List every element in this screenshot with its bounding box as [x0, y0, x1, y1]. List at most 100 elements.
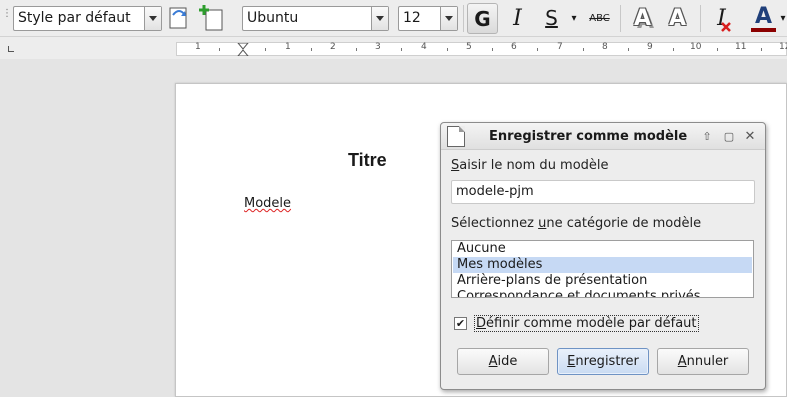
mnemonic: A	[488, 354, 498, 369]
category-listbox[interactable]: Aucune Mes modèles Arrière-plans de prés…	[451, 240, 754, 298]
ruler-tick	[537, 48, 538, 51]
italic-button[interactable]: I	[502, 3, 533, 34]
ruler-tick	[717, 48, 718, 51]
new-style-button[interactable]	[198, 3, 229, 34]
ruler-bar: 1 1 2 3 4 5 6 7 8 9 10 11 12	[0, 37, 787, 59]
new-style-icon	[199, 5, 223, 31]
clear-formatting-button[interactable]: I	[706, 3, 737, 34]
shadow-icon: A	[633, 6, 652, 31]
font-name-value: Ubuntu	[247, 10, 299, 26]
font-color-button[interactable]: A	[748, 3, 779, 34]
font-size-value: 12	[403, 10, 421, 26]
label-text: aisir le nom du modèle	[459, 158, 609, 173]
list-item[interactable]: Aucune	[453, 241, 752, 257]
ruler-tick	[447, 48, 448, 51]
ruler-number: 9	[647, 42, 653, 52]
ruler-tick	[673, 48, 674, 51]
ruler-tick	[583, 48, 584, 51]
save-button[interactable]: Enregistrer	[557, 348, 649, 375]
cancel-button[interactable]: Annuler	[657, 348, 749, 375]
chevron-down-icon: ▾	[780, 13, 786, 24]
save-as-template-dialog: Enregistrer comme modèle ⇧ ▢ ✕ Saisir le…	[440, 122, 766, 390]
button-label: ide	[497, 354, 518, 369]
category-label: Sélectionnez une catégorie de modèle	[451, 216, 701, 231]
button-label: nregistrer	[575, 354, 639, 369]
font-color-options-button[interactable]: ▾	[779, 3, 787, 34]
toolbar-separator	[620, 5, 621, 32]
ruler-tick	[356, 48, 357, 51]
ruler-number: 7	[557, 42, 563, 52]
label-text: Sélectionnez	[451, 216, 539, 231]
red-x-icon	[721, 22, 731, 32]
list-item[interactable]: Arrière-plans de présentation	[453, 273, 752, 289]
toolbar-separator	[700, 5, 701, 32]
ruler-number: 1	[195, 42, 201, 52]
ruler-number: 8	[602, 42, 608, 52]
bold-button[interactable]: G	[467, 3, 498, 34]
maximize-icon[interactable]: ▢	[721, 129, 737, 145]
chevron-down-icon[interactable]	[440, 7, 457, 30]
ruler-tick	[311, 48, 312, 51]
strikethrough-icon: ABC	[589, 13, 610, 24]
shadow-button[interactable]: A	[627, 3, 658, 34]
mnemonic: D	[476, 316, 487, 331]
ruler-number: 10	[690, 42, 702, 52]
outline-icon: A	[668, 6, 687, 31]
font-size-combo[interactable]: 12	[398, 6, 458, 31]
document-body-text[interactable]: Modele	[244, 196, 291, 211]
tab-type-icon[interactable]	[8, 46, 14, 52]
close-icon[interactable]: ✕	[742, 129, 758, 145]
font-name-combo[interactable]: Ubuntu	[242, 6, 389, 31]
ruler-number: 6	[511, 42, 517, 52]
ruler-tick	[219, 48, 220, 51]
dialog-title: Enregistrer comme modèle	[489, 129, 688, 144]
update-style-icon	[169, 7, 187, 29]
toolbar-separator	[463, 5, 464, 32]
bold-icon: G	[474, 7, 491, 31]
ruler-tick	[401, 48, 402, 51]
ruler-number: 12	[779, 42, 787, 52]
label-text: ne catégorie de modèle	[546, 216, 702, 231]
ruler-number: 2	[330, 42, 336, 52]
ruler-number: 11	[735, 42, 747, 52]
ruler-number: 3	[375, 42, 381, 52]
ruler-tick	[265, 48, 266, 51]
document-title[interactable]: Titre	[348, 150, 387, 171]
template-name-label: Saisir le nom du modèle	[451, 158, 609, 173]
button-label: nnuler	[686, 354, 729, 369]
underline-options-button[interactable]: ▾	[567, 3, 581, 34]
chevron-down-icon: ▾	[571, 13, 577, 24]
mnemonic: A	[677, 354, 687, 369]
font-color-icon: A	[754, 4, 773, 29]
set-default-checkbox[interactable]: ✔	[454, 317, 467, 330]
strikethrough-button[interactable]: ABC	[584, 3, 615, 34]
italic-icon: I	[513, 6, 522, 31]
font-color-swatch	[751, 28, 776, 32]
ruler-number: 4	[421, 42, 427, 52]
help-button[interactable]: Aide	[457, 348, 549, 375]
toolbar-grip[interactable]: ⋮	[2, 9, 12, 24]
chevron-down-icon[interactable]	[371, 7, 388, 30]
paragraph-style-value: Style par défaut	[18, 10, 131, 26]
chevron-down-icon[interactable]	[144, 7, 161, 30]
set-default-label[interactable]: Définir comme modèle par défaut	[474, 315, 699, 332]
paragraph-style-combo[interactable]: Style par défaut	[13, 6, 162, 31]
ruler-number: 5	[466, 42, 472, 52]
label-text: éfinir comme modèle par défaut	[486, 316, 697, 331]
list-item-selected[interactable]: Mes modèles	[453, 257, 752, 273]
indent-marker-icon[interactable]	[237, 43, 249, 56]
outline-button[interactable]: A	[662, 3, 693, 34]
horizontal-ruler[interactable]: 1 1 2 3 4 5 6 7 8 9 10 11 12	[176, 42, 787, 56]
underline-button[interactable]: S	[536, 3, 567, 34]
document-icon	[447, 126, 465, 147]
shade-icon[interactable]: ⇧	[699, 129, 715, 145]
dialog-titlebar[interactable]: Enregistrer comme modèle ⇧ ▢ ✕	[441, 123, 765, 150]
ruler-number: 1	[285, 42, 291, 52]
ruler-tick	[492, 48, 493, 51]
underline-icon: S	[545, 6, 558, 30]
template-name-input[interactable]: modele-pjm	[451, 180, 755, 204]
ruler-tick	[628, 48, 629, 51]
list-item[interactable]: Correspondance et documents privés	[453, 289, 752, 297]
formatting-toolbar: ⋮ Style par défaut Ubuntu 12 G I S ▾ ABC…	[0, 0, 787, 37]
update-style-button[interactable]	[165, 3, 196, 34]
